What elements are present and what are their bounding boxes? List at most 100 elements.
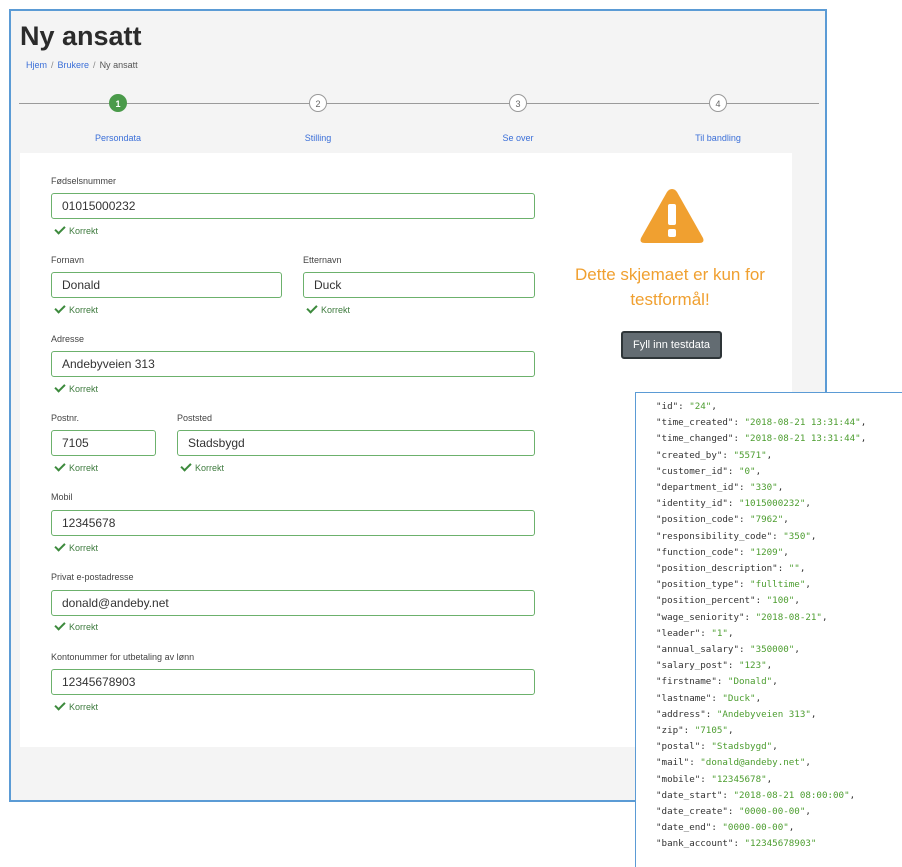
stepper-line xyxy=(19,103,819,104)
progress-stepper: 1 2 3 4 Persondata Stilling Se over Til … xyxy=(11,91,825,143)
check-icon xyxy=(54,540,66,552)
json-line: "annual_salary": "350000", xyxy=(656,644,800,656)
json-value: "0000-00-00" xyxy=(722,822,789,834)
bank-account-input[interactable] xyxy=(51,669,535,695)
step-1-circle[interactable]: 1 xyxy=(109,94,127,112)
json-value: "24" xyxy=(689,401,712,412)
check-icon xyxy=(54,619,66,631)
json-key: "mail": xyxy=(656,757,701,769)
check-icon xyxy=(54,699,66,711)
json-value: "350000" xyxy=(750,644,795,656)
lastname-valid-message: Korrekt xyxy=(306,302,350,315)
json-line: "wage_seniority": "2018-08-21", xyxy=(656,611,828,623)
mobile-label: Mobil xyxy=(51,492,73,502)
ssn-input[interactable] xyxy=(51,193,535,219)
city-valid-message: Korrekt xyxy=(180,460,224,473)
json-line: "firstname": "Donald", xyxy=(656,676,778,688)
zip-label: Postnr. xyxy=(51,413,80,423)
json-value: "2018-08-21 13:31:44" xyxy=(744,433,861,445)
json-line: "mail": "donald@andeby.net", xyxy=(656,757,811,769)
json-value: "Stadsbygd" xyxy=(711,741,773,753)
json-line: "responsibility_code": "350", xyxy=(656,530,817,542)
mobile-valid-message: Korrekt xyxy=(54,540,98,553)
json-value: "0000-00-00" xyxy=(738,806,806,818)
json-line: "position_percent": "100", xyxy=(656,595,800,607)
warning-triangle-icon xyxy=(640,189,704,243)
step-3-label[interactable]: Se over xyxy=(458,133,578,143)
json-value: "12345678" xyxy=(711,773,767,785)
zip-input[interactable] xyxy=(51,430,156,456)
json-key: "bank_account": xyxy=(656,838,745,850)
ssn-valid-message: Korrekt xyxy=(54,223,98,236)
lastname-label: Etternavn xyxy=(303,255,342,265)
json-key: "date_start": xyxy=(656,789,734,801)
email-input[interactable] xyxy=(51,590,535,616)
step-2-label[interactable]: Stilling xyxy=(258,133,378,143)
check-icon xyxy=(54,381,66,393)
json-value: "Donald" xyxy=(727,676,773,688)
json-key: "date_create": xyxy=(656,806,739,818)
step-3-circle[interactable]: 3 xyxy=(509,94,527,112)
json-line: "customer_id": "0", xyxy=(656,465,762,477)
json-key: "position_type": xyxy=(656,579,751,591)
json-key: "salary_post": xyxy=(656,660,739,672)
json-value: "12345678903" xyxy=(744,838,817,850)
json-key: "mobile": xyxy=(656,773,712,785)
json-value: "1015000232" xyxy=(738,498,806,510)
json-line: "position_description": "", xyxy=(656,563,806,575)
mobile-input[interactable] xyxy=(51,510,535,536)
json-value: "fulltime" xyxy=(750,579,806,591)
page-title: Ny ansatt xyxy=(20,21,142,51)
email-valid-message: Korrekt xyxy=(54,619,98,632)
json-key: "customer_id": xyxy=(656,465,739,477)
json-key: "responsibility_code": xyxy=(656,530,784,542)
check-icon xyxy=(54,223,66,235)
step-1-label[interactable]: Persondata xyxy=(58,133,178,143)
json-line: "lastname": "Duck", xyxy=(656,692,762,704)
json-key: "annual_salary": xyxy=(656,644,751,656)
json-line: "created_by": "5571", xyxy=(656,449,773,461)
bank-account-valid-message: Korrekt xyxy=(54,699,98,712)
breadcrumb-users[interactable]: Brukere xyxy=(58,60,90,70)
email-label: Privat e-postadresse xyxy=(51,572,134,582)
breadcrumb-home[interactable]: Hjem xyxy=(26,60,47,70)
json-value: "1209" xyxy=(750,546,784,558)
json-value: "330" xyxy=(750,482,778,494)
json-key: "position_percent": xyxy=(656,595,767,607)
json-line: "address": "Andebyveien 313", xyxy=(656,708,817,720)
json-value: "2018-08-21 08:00:00" xyxy=(733,789,850,801)
json-value: "Andebyveien 313" xyxy=(716,708,811,720)
json-key: "function_code": xyxy=(656,546,751,558)
json-key: "id": xyxy=(656,401,690,412)
fill-testdata-button[interactable]: Fyll inn testdata xyxy=(621,331,722,359)
step-2-circle[interactable]: 2 xyxy=(309,94,327,112)
json-value: "5571" xyxy=(733,449,767,461)
address-valid-message: Korrekt xyxy=(54,381,98,394)
step-4-circle[interactable]: 4 xyxy=(709,94,727,112)
json-line: "leader": "1", xyxy=(656,627,734,639)
step-4-label[interactable]: Til bandling xyxy=(658,133,778,143)
json-key: "department_id": xyxy=(656,482,751,494)
json-key: "time_created": xyxy=(656,417,745,429)
city-label: Poststed xyxy=(177,413,213,423)
json-value: "donald@andeby.net" xyxy=(700,757,806,769)
city-input[interactable] xyxy=(177,430,535,456)
lastname-input[interactable] xyxy=(303,272,535,298)
json-value: "7105" xyxy=(694,725,728,737)
firstname-label: Fornavn xyxy=(51,255,85,265)
json-key: "date_end": xyxy=(656,822,723,834)
json-line: "mobile": "12345678", xyxy=(656,773,773,785)
breadcrumb-current: Ny ansatt xyxy=(99,60,138,70)
breadcrumb: Hjem / Brukere / Ny ansatt xyxy=(26,60,138,70)
json-value: "7962" xyxy=(750,514,784,526)
json-line: "identity_id": "1015000232", xyxy=(656,498,811,510)
address-input[interactable] xyxy=(51,351,535,377)
address-label: Adresse xyxy=(51,334,85,344)
json-value: "Duck" xyxy=(722,692,756,704)
json-value: "" xyxy=(788,563,800,575)
json-value: "123" xyxy=(738,660,767,672)
json-key: "wage_seniority": xyxy=(656,611,756,623)
json-line: "position_code": "7962", xyxy=(656,514,789,526)
firstname-input[interactable] xyxy=(51,272,282,298)
breadcrumb-separator: / xyxy=(51,60,54,70)
